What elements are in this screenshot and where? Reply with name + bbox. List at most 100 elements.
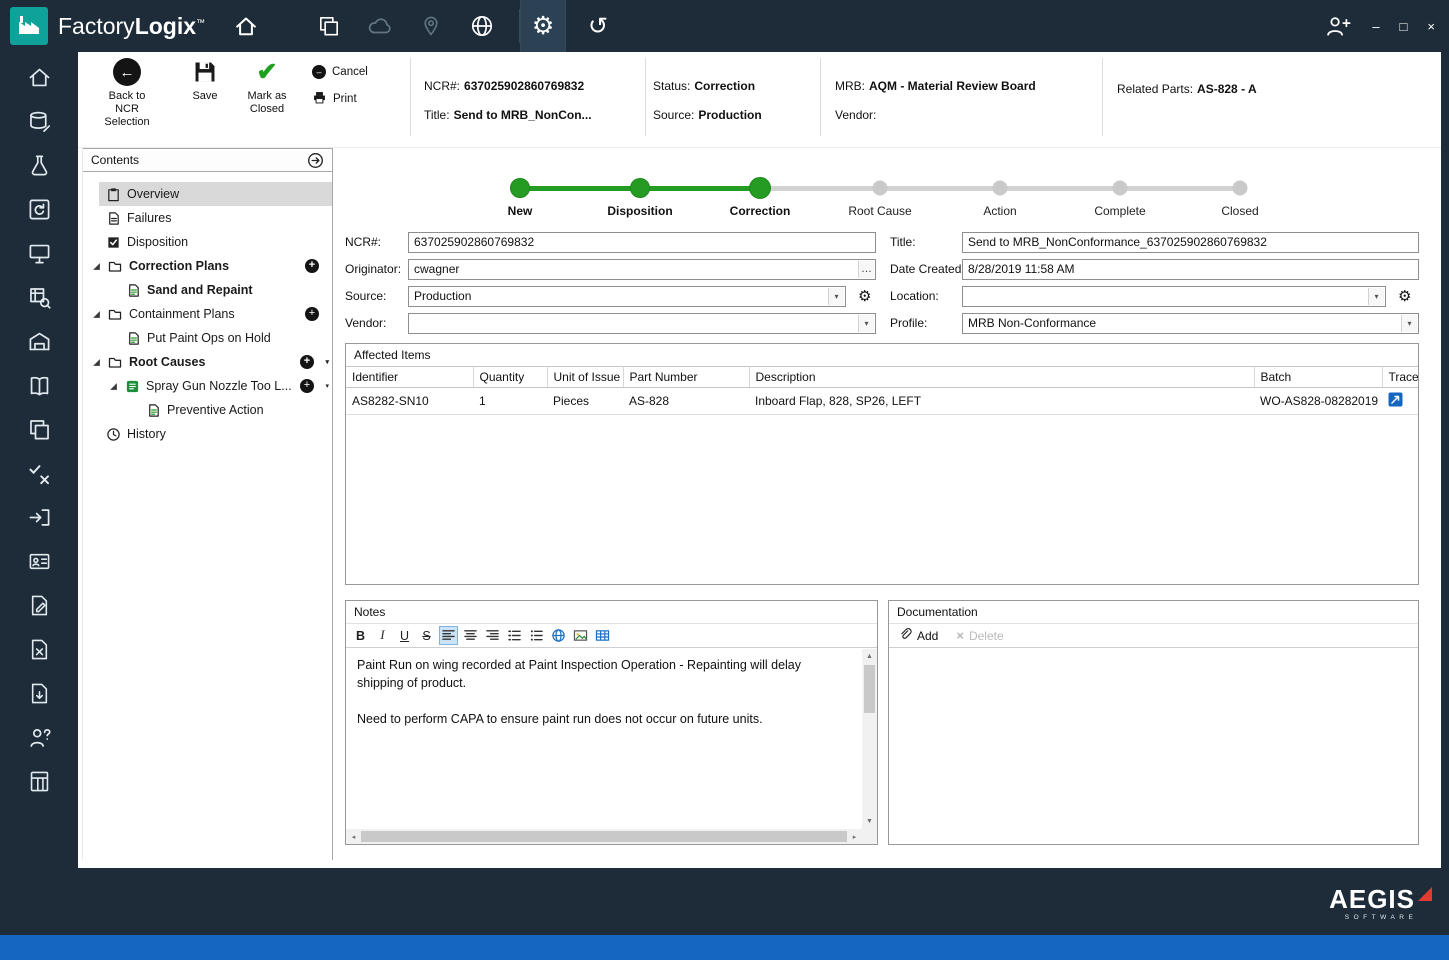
- collapse-panel-icon[interactable]: [307, 152, 324, 169]
- contents-item-history[interactable]: History: [83, 422, 332, 446]
- notes-text-area[interactable]: Paint Run on wing recorded at Paint Insp…: [346, 649, 862, 829]
- contents-item-sand-and-repaint[interactable]: Sand and Repaint: [83, 278, 332, 302]
- contents-item-disposition[interactable]: Disposition: [83, 230, 332, 254]
- step-new-circle[interactable]: [510, 178, 530, 198]
- column-unit-of-issue[interactable]: Unit of Issue: [547, 367, 623, 388]
- step-complete-circle[interactable]: [1113, 181, 1128, 196]
- maximize-icon[interactable]: □: [1400, 20, 1408, 33]
- scroll-up-icon[interactable]: ▲: [862, 649, 877, 664]
- scroll-right-icon[interactable]: ▸: [847, 829, 862, 844]
- dropdown-arrow-icon[interactable]: ▾: [1401, 315, 1417, 332]
- contents-item-containment-plans[interactable]: Containment Plans +: [83, 302, 332, 326]
- step-root-cause-circle[interactable]: [873, 181, 888, 196]
- affected-item-row[interactable]: AS8282-SN10 1 Pieces AS-828 Inboard Flap…: [346, 388, 1419, 415]
- scroll-down-icon[interactable]: ▼: [862, 814, 877, 829]
- back-to-ncr-selection-button[interactable]: ← Back to NCR Selection: [94, 58, 160, 129]
- bold-button[interactable]: B: [351, 626, 370, 645]
- numbered-list-button[interactable]: [505, 626, 524, 645]
- add-containment-plan-icon[interactable]: +: [305, 307, 319, 321]
- add-action-caret-icon[interactable]: ▾: [325, 382, 329, 390]
- vendor-dropdown[interactable]: ▾: [408, 313, 876, 334]
- dropdown-arrow-icon[interactable]: ▾: [1368, 288, 1384, 305]
- contents-item-root-causes[interactable]: Root Causes + ▾: [83, 350, 332, 374]
- step-action-circle[interactable]: [993, 181, 1008, 196]
- contents-item-spray-gun-nozzle[interactable]: Spray Gun Nozzle Too L... + ▾: [83, 374, 332, 398]
- notes-horizontal-scrollbar[interactable]: ◂ ▸: [346, 829, 862, 844]
- documents-icon[interactable]: [317, 14, 341, 38]
- column-part-number[interactable]: Part Number: [623, 367, 749, 388]
- step-closed-circle[interactable]: [1233, 181, 1248, 196]
- mark-as-closed-button[interactable]: ✔ Mark as Closed: [236, 58, 298, 116]
- step-disposition-circle[interactable]: [630, 178, 650, 198]
- column-identifier[interactable]: Identifier: [346, 367, 473, 388]
- add-root-cause-caret-icon[interactable]: ▾: [325, 358, 329, 366]
- date-created-field[interactable]: 8/28/2019 11:58 AM: [962, 259, 1419, 280]
- add-action-icon[interactable]: +: [300, 379, 314, 393]
- cloud-icon[interactable]: [367, 13, 393, 39]
- align-center-button[interactable]: [461, 626, 480, 645]
- rail-badge-card-icon[interactable]: [26, 548, 52, 574]
- globe-icon[interactable]: [469, 13, 495, 39]
- contents-item-correction-plans[interactable]: Correction Plans +: [83, 254, 332, 278]
- source-dropdown[interactable]: Production▾: [408, 286, 846, 307]
- rail-report-grid-icon[interactable]: [26, 768, 52, 794]
- cancel-button[interactable]: – Cancel: [312, 65, 368, 79]
- rail-warehouse-icon[interactable]: [26, 328, 52, 354]
- scroll-left-icon[interactable]: ◂: [346, 829, 361, 844]
- rail-doc-export-icon[interactable]: [26, 680, 52, 706]
- expander-icon[interactable]: [92, 262, 101, 271]
- rail-lab-flask-icon[interactable]: [26, 152, 52, 178]
- expander-icon[interactable]: [109, 382, 118, 391]
- rail-monitor-icon[interactable]: [26, 240, 52, 266]
- column-batch[interactable]: Batch: [1254, 367, 1382, 388]
- column-description[interactable]: Description: [749, 367, 1254, 388]
- scroll-thumb[interactable]: [864, 665, 875, 713]
- minimize-icon[interactable]: –: [1372, 20, 1379, 33]
- rail-restore-box-icon[interactable]: [26, 196, 52, 222]
- delete-document-button[interactable]: × Delete: [956, 628, 1003, 643]
- rail-book-icon[interactable]: [26, 372, 52, 398]
- settings-gear-icon[interactable]: ⚙: [520, 0, 566, 52]
- contents-item-preventive-action[interactable]: Preventive Action: [83, 398, 332, 422]
- rail-doc-edit-icon[interactable]: [26, 592, 52, 618]
- add-document-button[interactable]: Add: [898, 627, 938, 644]
- source-settings-gear-icon[interactable]: ⚙: [858, 286, 871, 307]
- user-add-icon[interactable]: [1324, 12, 1352, 40]
- notes-vertical-scrollbar[interactable]: ▲ ▼: [862, 649, 877, 829]
- title-field[interactable]: Send to MRB_NonConformance_6370259028607…: [962, 232, 1419, 253]
- save-button[interactable]: Save: [180, 58, 230, 103]
- insert-image-icon[interactable]: [571, 626, 590, 645]
- contents-item-put-paint-ops-on-hold[interactable]: Put Paint Ops on Hold: [83, 326, 332, 350]
- location-settings-gear-icon[interactable]: ⚙: [1398, 286, 1411, 307]
- documentation-list-area[interactable]: [889, 649, 1418, 844]
- insert-link-globe-icon[interactable]: [549, 626, 568, 645]
- originator-browse-icon[interactable]: …: [858, 261, 874, 278]
- add-root-cause-icon[interactable]: +: [300, 355, 314, 369]
- rail-copy-icon[interactable]: [26, 416, 52, 442]
- print-button[interactable]: Print: [312, 90, 368, 108]
- close-icon[interactable]: ×: [1427, 20, 1435, 33]
- history-refresh-icon[interactable]: ↺: [588, 12, 608, 41]
- italic-button[interactable]: I: [373, 626, 392, 645]
- expander-icon[interactable]: [92, 358, 101, 367]
- step-correction-circle[interactable]: [749, 177, 771, 199]
- expander-icon[interactable]: [92, 310, 101, 319]
- underline-button[interactable]: U: [395, 626, 414, 645]
- home-icon[interactable]: [233, 13, 259, 39]
- rail-grid-search-icon[interactable]: [26, 284, 52, 310]
- insert-table-icon[interactable]: [593, 626, 612, 645]
- add-correction-plan-icon[interactable]: +: [305, 259, 319, 273]
- location-dropdown[interactable]: ▾: [962, 286, 1386, 307]
- align-left-button[interactable]: [439, 626, 458, 645]
- bullet-list-button[interactable]: [527, 626, 546, 645]
- column-quantity[interactable]: Quantity: [473, 367, 547, 388]
- column-trace[interactable]: Trace: [1382, 367, 1419, 388]
- rail-database-icon[interactable]: [26, 108, 52, 134]
- strikethrough-button[interactable]: S: [417, 626, 436, 645]
- originator-field[interactable]: cwagner…: [408, 259, 876, 280]
- ncr-number-field[interactable]: 637025902860769832: [408, 232, 876, 253]
- scroll-thumb[interactable]: [361, 831, 847, 842]
- contents-item-overview[interactable]: Overview: [99, 182, 332, 206]
- profile-dropdown[interactable]: MRB Non-Conformance▾: [962, 313, 1419, 334]
- dropdown-arrow-icon[interactable]: ▾: [828, 288, 844, 305]
